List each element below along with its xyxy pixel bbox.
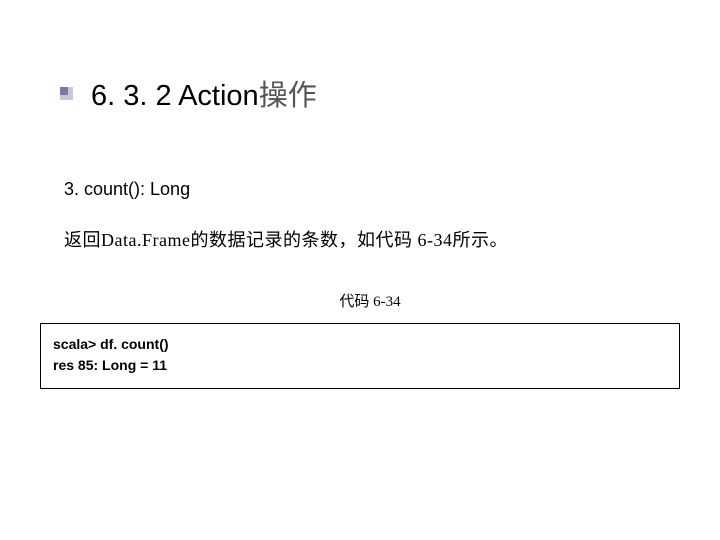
heading-title-en: Action (178, 80, 259, 112)
code-line-2-prefix: res 85: Long = (53, 357, 152, 373)
subsection-title: 3. count(): Long (64, 179, 680, 200)
slide-container: 6. 3. 2 Action操作 3. count(): Long 返回Data… (0, 0, 720, 389)
code-line-2: res 85: Long = 11 (53, 355, 667, 376)
code-box: scala> df. count() res 85: Long = 11 (40, 323, 680, 389)
heading-title-cn: 操作 (259, 80, 317, 112)
bullet-square-icon (60, 87, 73, 100)
code-line-2-value: 11 (152, 357, 167, 373)
section-heading: 6. 3. 2 Action操作 (60, 72, 680, 114)
heading-number: 6. 3. 2 (91, 80, 178, 112)
code-listing-label: 代码 6-34 (60, 290, 680, 311)
heading-text: 6. 3. 2 Action操作 (91, 72, 317, 114)
code-line-1: scala> df. count() (53, 334, 667, 355)
description-text: 返回Data.Frame的数据记录的条数，如代码 6-34所示。 (64, 226, 680, 252)
